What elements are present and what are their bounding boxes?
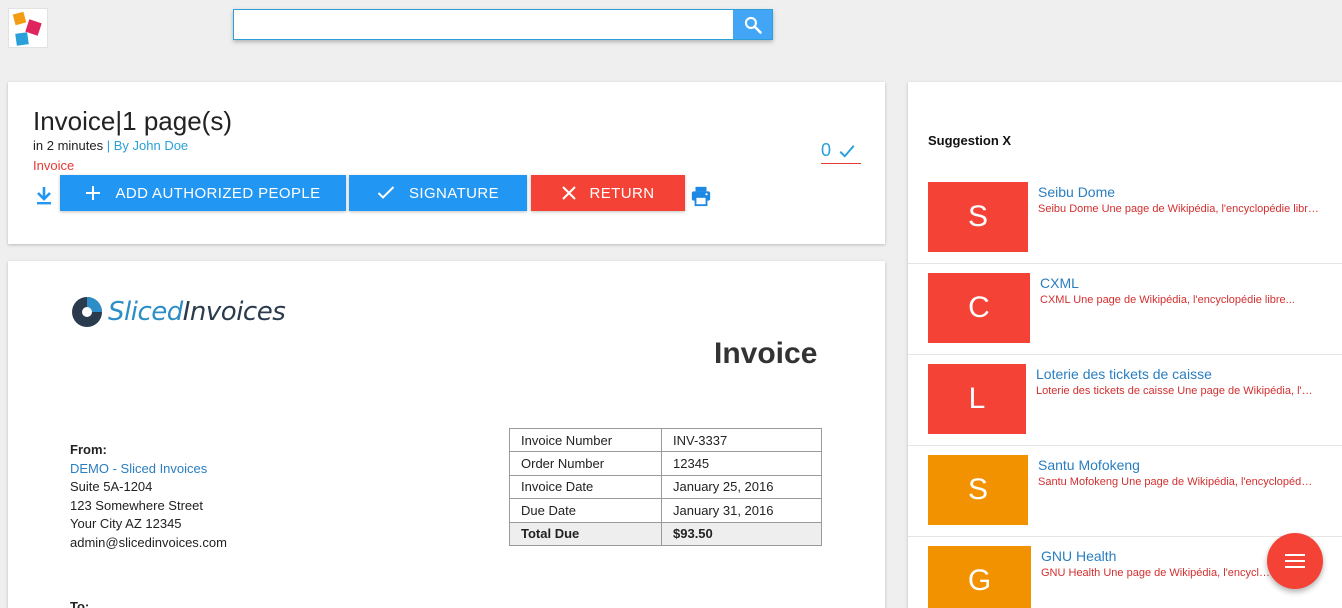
to-label: To: bbox=[70, 599, 90, 608]
download-icon[interactable] bbox=[34, 185, 54, 207]
invoice-details-table: Invoice Number INV-3337 Order Number 12345… bbox=[509, 427, 822, 546]
suggestion-title-link[interactable]: GNU Health bbox=[1041, 548, 1116, 564]
from-company: DEMO - Sliced Invoices bbox=[70, 460, 208, 476]
suggestion-description: Loterie des tickets de caisse Une page d… bbox=[1036, 385, 1313, 397]
check-icon bbox=[377, 186, 395, 199]
suggestion-title-link[interactable]: Santu Mofokeng bbox=[1038, 457, 1140, 473]
row-label: Invoice Number bbox=[509, 427, 662, 453]
row-label: Invoice Date bbox=[509, 474, 662, 500]
logo-square-orange bbox=[12, 11, 27, 26]
suggestion-title-link[interactable]: Seibu Dome bbox=[1038, 184, 1115, 200]
logo-square-pink bbox=[25, 19, 42, 36]
document-title: Invoice|1 page(s) bbox=[33, 106, 232, 136]
suggestion-tile[interactable]: S bbox=[928, 182, 1028, 252]
close-icon bbox=[561, 186, 576, 200]
signature-label: SIGNATURE bbox=[409, 184, 499, 202]
search-bar bbox=[233, 9, 773, 40]
suggestion-tile[interactable]: C bbox=[928, 273, 1030, 343]
suggestions-title: Suggestion X bbox=[928, 133, 1012, 148]
return-label: RETURN bbox=[589, 184, 655, 202]
suggestion-description: Santu Mofokeng Une page de Wikipédia, l'… bbox=[1038, 476, 1313, 488]
search-input[interactable] bbox=[234, 10, 734, 39]
row-value: INV-3337 bbox=[661, 427, 822, 453]
from-email: admin@slicedinvoices.com bbox=[70, 534, 227, 550]
pie-logo-icon bbox=[72, 297, 102, 327]
table-row: Due Date January 31, 2016 bbox=[509, 498, 822, 523]
search-button[interactable] bbox=[733, 10, 772, 39]
brand-name: SlicedInvoices bbox=[108, 297, 286, 327]
brand-name-part1: Sliced bbox=[108, 297, 183, 327]
table-row: Invoice Date January 25, 2016 bbox=[509, 474, 822, 500]
suggestion-item[interactable]: S Santu Mofokeng Santu Mofokeng Une page… bbox=[908, 446, 1342, 537]
print-icon[interactable] bbox=[690, 185, 712, 207]
validation-count: 0 bbox=[821, 140, 832, 160]
row-value: January 25, 2016 bbox=[661, 474, 822, 500]
table-row-total: Total Due $93.50 bbox=[509, 521, 822, 546]
plus-icon bbox=[86, 186, 101, 200]
table-row: Order Number 12345 bbox=[509, 451, 822, 476]
signature-button[interactable]: SIGNATURE bbox=[349, 175, 527, 211]
row-label: Due Date bbox=[509, 498, 662, 523]
sliced-invoices-logo: SlicedInvoices bbox=[70, 295, 286, 329]
search-icon bbox=[744, 16, 762, 34]
suggestions-panel: Suggestion X S Seibu Dome Seibu Dome Une… bbox=[908, 82, 1342, 608]
suggestion-item[interactable]: C CXML CXML Une page de Wikipédia, l'enc… bbox=[908, 264, 1342, 355]
suggestion-item[interactable]: L Loterie des tickets de caisse Loterie … bbox=[908, 355, 1342, 446]
return-button[interactable]: RETURN bbox=[531, 175, 685, 211]
suggestion-description: Seibu Dome Une page de Wikipédia, l'ency… bbox=[1038, 203, 1323, 215]
row-value: $93.50 bbox=[661, 521, 822, 546]
menu-fab-button[interactable] bbox=[1267, 533, 1323, 589]
from-address-line: 123 Somewhere Street bbox=[70, 497, 203, 513]
suggestion-title-link[interactable]: CXML bbox=[1040, 275, 1079, 291]
invoice-heading: Invoice bbox=[714, 337, 818, 370]
suggestion-title-link[interactable]: Loterie des tickets de caisse bbox=[1036, 366, 1212, 382]
document-header-card: Invoice|1 page(s) in 2 minutes | By John… bbox=[8, 82, 885, 244]
add-authorized-people-button[interactable]: ADD AUTHORIZED PEOPLE bbox=[60, 175, 346, 211]
row-label: Order Number bbox=[509, 451, 662, 476]
document-meta: in 2 minutes | By John Doe bbox=[33, 138, 188, 153]
suggestion-tile[interactable]: G bbox=[928, 546, 1031, 608]
from-address-line: Your City AZ 12345 bbox=[70, 516, 182, 531]
document-type-label: Invoice bbox=[33, 158, 75, 173]
document-time: in 2 minutes bbox=[33, 138, 104, 153]
app-logo[interactable] bbox=[8, 8, 48, 48]
from-block: From: DEMO - Sliced Invoices Suite 5A-12… bbox=[70, 441, 227, 552]
document-preview: SlicedInvoices Invoice From: DEMO - Slic… bbox=[8, 261, 885, 608]
suggestion-item[interactable]: S Seibu Dome Seibu Dome Une page de Wiki… bbox=[908, 173, 1342, 264]
from-address-line: Suite 5A-1204 bbox=[70, 479, 153, 494]
meta-separator: | bbox=[106, 138, 111, 153]
table-row: Invoice Number INV-3337 bbox=[509, 427, 822, 453]
row-value: 12345 bbox=[661, 451, 822, 476]
add-authorized-people-label: ADD AUTHORIZED PEOPLE bbox=[115, 184, 321, 202]
check-icon bbox=[839, 144, 855, 158]
suggestion-tile[interactable]: S bbox=[928, 455, 1028, 525]
row-value: January 31, 2016 bbox=[661, 498, 822, 523]
suggestion-description: CXML Une page de Wikipédia, l'encyclopéd… bbox=[1040, 294, 1295, 306]
logo-square-blue bbox=[15, 32, 29, 46]
row-label: Total Due bbox=[509, 521, 662, 546]
suggestion-tile[interactable]: L bbox=[928, 364, 1026, 434]
suggestion-description: GNU Health Une page de Wikipédia, l'ency… bbox=[1041, 567, 1271, 579]
from-label: From: bbox=[70, 442, 107, 457]
menu-icon bbox=[1285, 554, 1305, 568]
validation-counter[interactable]: 0 bbox=[821, 138, 861, 164]
brand-name-part2: Invoices bbox=[182, 297, 286, 327]
document-author-link[interactable]: By John Doe bbox=[114, 138, 188, 153]
